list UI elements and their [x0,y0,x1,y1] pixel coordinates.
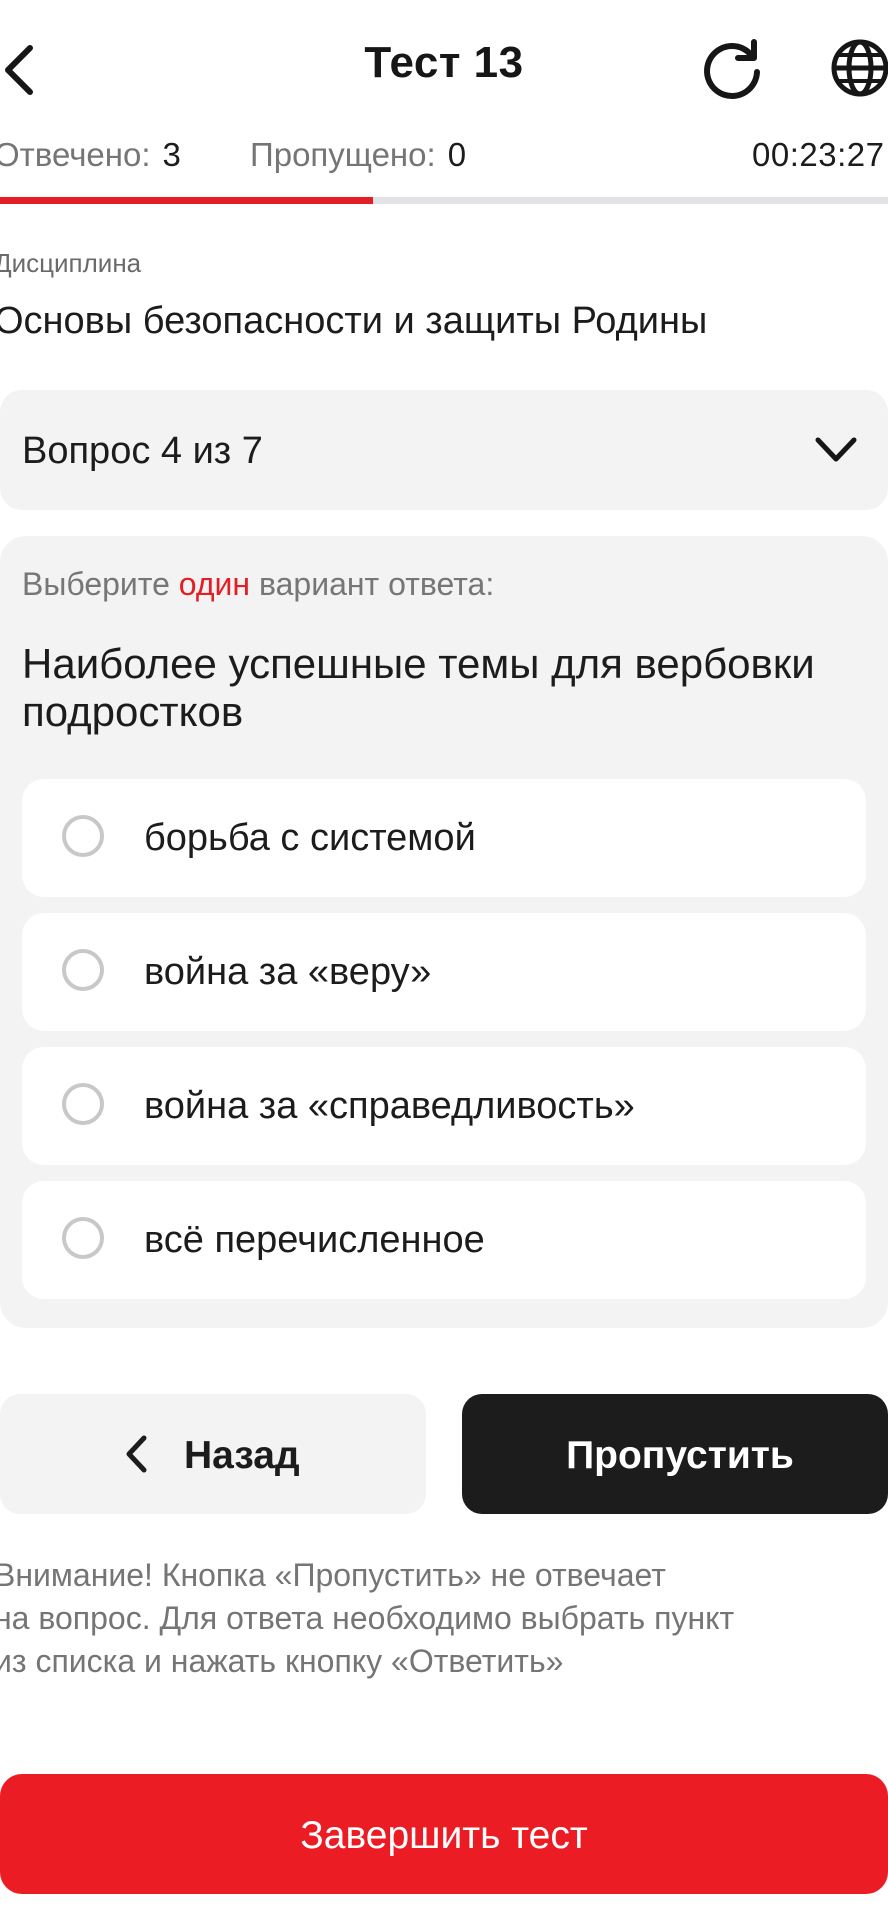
answer-option[interactable]: борьба с системой [22,779,866,897]
progress-fill [0,197,373,204]
radio-button[interactable] [62,815,104,857]
answer-option-label: война за «веру» [144,951,432,993]
discipline-name: Основы безопасности и защиты Родины [0,300,708,342]
question-card: Выберите один вариант ответа: Наиболее у… [0,536,888,1328]
answered-count: Отвечено: 3 [0,136,181,174]
answer-option-label: борьба с системой [144,817,476,859]
answer-option[interactable]: война за «справедливость» [22,1047,866,1165]
skipped-count: Пропущено: 0 [250,136,466,174]
skip-button[interactable]: Пропустить [462,1394,888,1514]
answer-option[interactable]: всё перечисленное [22,1181,866,1299]
chevron-down-icon [815,437,857,462]
refresh-icon[interactable] [700,36,764,100]
progress-bar [0,197,888,204]
answer-instruction: Выберите один вариант ответа: [22,566,495,602]
skipped-label: Пропущено: [250,136,436,173]
globe-icon[interactable] [828,36,888,100]
instruction-accent: один [178,566,251,602]
answered-label: Отвечено: [0,136,151,173]
radio-button[interactable] [62,1083,104,1125]
radio-button[interactable] [62,1217,104,1259]
finish-test-label: Завершить тест [300,1814,588,1857]
question-text: Наиболее успешные темы для вербовки подр… [22,640,815,735]
skip-button-label: Пропустить [566,1434,794,1477]
answer-option-label: всё перечисленное [144,1219,485,1261]
timer: 00:23:27 [752,136,885,173]
question-number: Вопрос 4 из 7 [22,430,263,472]
back-button[interactable]: Назад [0,1394,426,1514]
skipped-value: 0 [447,136,467,173]
back-button-label: Назад [184,1434,300,1477]
question-selector[interactable]: Вопрос 4 из 7 [0,390,888,510]
radio-button[interactable] [62,949,104,991]
answer-option-label: война за «справедливость» [144,1085,635,1127]
answer-option[interactable]: война за «веру» [22,913,866,1031]
chevron-left-icon [126,1435,147,1473]
answered-value: 3 [162,136,181,173]
discipline-label: Дисциплина [0,248,142,278]
finish-test-button[interactable]: Завершить тест [0,1774,888,1894]
warning-text: Внимание! Кнопка «Пропустить» не отвечае… [0,1557,735,1679]
